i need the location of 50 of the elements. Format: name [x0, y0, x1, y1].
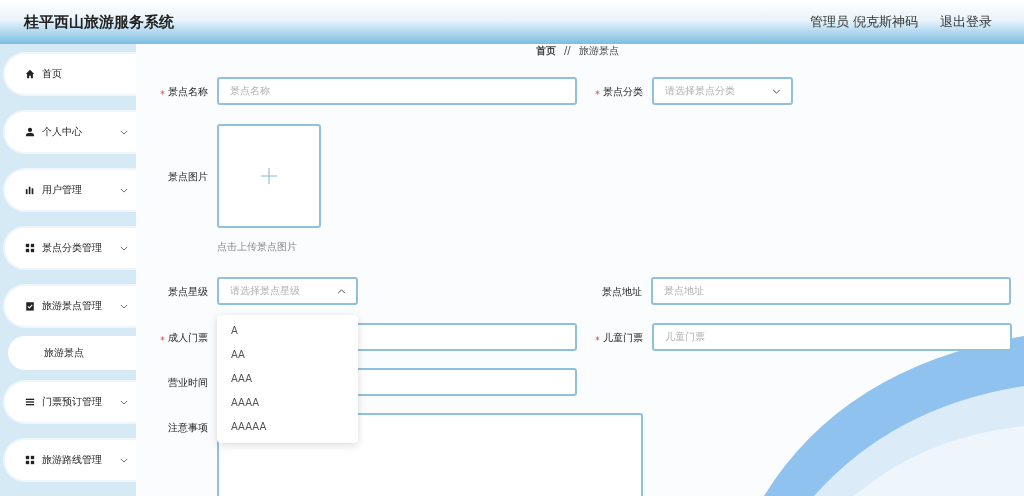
breadcrumb-item: 旅游景点: [578, 45, 619, 57]
field-label: 景点星级: [168, 285, 208, 299]
chevron-icon: [120, 303, 128, 309]
logout-link[interactable]: 退出登录: [940, 13, 992, 31]
chevron-icon: [120, 245, 128, 251]
sidebar-item[interactable]: 景点分类管理: [3, 226, 136, 270]
bar-chart-icon: [25, 185, 35, 195]
image-upload-box[interactable]: [217, 124, 321, 228]
list-icon: [25, 397, 35, 407]
grid-icon: [25, 243, 35, 253]
chevron-icon: [337, 288, 346, 294]
field-label: 营业时间: [168, 376, 208, 390]
chevron-icon: [120, 129, 128, 135]
sidebar-item[interactable]: 用户管理: [3, 168, 136, 212]
sidebar-item[interactable]: 个人中心: [3, 110, 136, 154]
chevron-icon: [120, 457, 128, 463]
field-label: 注意事项: [168, 421, 208, 435]
grid-icon: [25, 455, 35, 465]
app-title: 桂平西山旅游服务系统: [24, 12, 174, 32]
dropdown-option[interactable]: AAA: [217, 367, 358, 391]
field-label: 景点名称: [168, 85, 208, 99]
required-asterisk-icon: [595, 89, 600, 95]
home-icon: [25, 69, 35, 79]
user-name: 管理员 倪克斯神码: [809, 13, 918, 31]
dropdown-option[interactable]: AAAAA: [217, 415, 358, 439]
plus-icon: [260, 167, 278, 185]
dropdown-option[interactable]: AAAA: [217, 391, 358, 415]
sidebar-item[interactable]: 门票预订管理: [3, 380, 136, 424]
required-asterisk-icon: [160, 335, 165, 341]
sidebar-item[interactable]: 旅游路线管理: [3, 438, 136, 482]
user-icon: [25, 127, 35, 137]
breadcrumb-item[interactable]: 首页: [536, 45, 556, 57]
field-label: 儿童门票: [603, 331, 643, 345]
sidebar-item[interactable]: 旅游景点管理: [3, 284, 136, 328]
field-label: 景点图片: [168, 170, 208, 184]
chevron-icon: [120, 399, 128, 405]
sidebar-item[interactable]: 首页: [3, 52, 136, 96]
required-asterisk-icon: [160, 89, 165, 95]
field-label: 景点分类: [603, 85, 643, 99]
breadcrumb-separator: //: [564, 45, 571, 57]
sidebar-subitem[interactable]: 旅游景点: [8, 336, 136, 370]
clipboard-icon: [25, 301, 35, 311]
upload-hint: 点击上传景点图片: [217, 240, 298, 254]
required-asterisk-icon: [595, 335, 600, 341]
chevron-icon: [120, 187, 128, 193]
field-label: 景点地址: [602, 285, 642, 299]
dropdown-option[interactable]: A: [217, 319, 358, 343]
field-label: 成人门票: [168, 331, 208, 345]
chevron-icon: [772, 88, 781, 94]
dropdown-option[interactable]: AA: [217, 343, 358, 367]
